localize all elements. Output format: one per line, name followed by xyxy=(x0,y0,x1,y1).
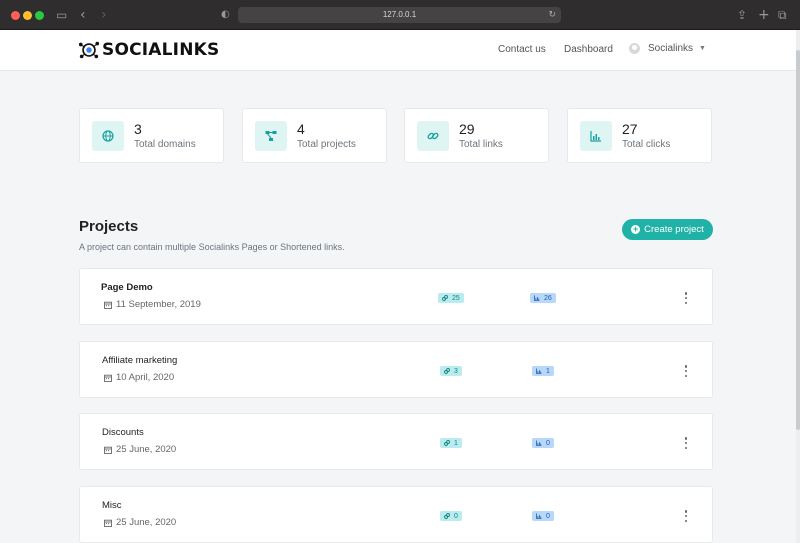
browser-toolbar: ▭ ‹ › ◐ 127.0.0.1 ↻ ⇪ + ⧉ xyxy=(0,0,800,30)
sidebar-toggle-icon[interactable]: ▭ xyxy=(56,0,67,30)
projects-title: Projects xyxy=(79,218,139,235)
links-count: 25 xyxy=(452,294,460,302)
scrollbar-thumb[interactable] xyxy=(796,50,800,430)
links-count: 0 xyxy=(454,512,458,520)
project-date: 10 April, 2020 xyxy=(104,372,174,383)
project-name[interactable]: Affiliate marketing xyxy=(102,355,177,366)
calendar-icon xyxy=(104,519,112,527)
links-count-badge: 3 xyxy=(440,366,462,376)
clicks-count: 26 xyxy=(544,294,552,302)
project-date-text: 25 June, 2020 xyxy=(116,517,177,528)
link-icon xyxy=(417,121,449,151)
project-diagram-icon xyxy=(255,121,287,151)
clicks-count: 1 xyxy=(546,367,550,375)
links-count-badge: 25 xyxy=(438,293,464,303)
links-count-badge: 0 xyxy=(440,511,462,521)
project-name[interactable]: Misc xyxy=(102,500,122,511)
project-row[interactable]: Affiliate marketing 10 April, 2020 3 1 xyxy=(79,341,713,398)
stat-label: Total domains xyxy=(134,139,196,150)
address-bar[interactable]: 127.0.0.1 ↻ xyxy=(238,7,561,23)
user-menu[interactable]: Socialinks ▼ xyxy=(629,43,706,54)
maximize-window-button[interactable] xyxy=(35,11,44,20)
links-count-badge: 1 xyxy=(440,438,462,448)
minimize-window-button[interactable] xyxy=(23,11,32,20)
chart-icon xyxy=(536,368,542,374)
stat-value: 27 xyxy=(622,121,638,137)
projects-description: A project can contain multiple Socialink… xyxy=(79,242,345,252)
project-name[interactable]: Discounts xyxy=(102,427,144,438)
close-window-button[interactable] xyxy=(11,11,20,20)
project-date-text: 11 September, 2019 xyxy=(116,299,201,310)
calendar-icon xyxy=(104,301,112,309)
project-date: 25 June, 2020 xyxy=(104,444,176,455)
stat-label: Total links xyxy=(459,139,503,150)
link-icon xyxy=(444,368,450,374)
project-name[interactable]: Page Demo xyxy=(101,282,153,293)
new-tab-icon[interactable]: + xyxy=(758,0,770,30)
links-count: 1 xyxy=(454,439,458,447)
create-project-label: Create project xyxy=(644,224,704,235)
back-icon[interactable]: ‹ xyxy=(80,0,86,30)
link-icon xyxy=(444,513,450,519)
links-count: 3 xyxy=(454,367,458,375)
top-navbar: SOCIALINKS Contact us Dashboard Socialin… xyxy=(0,30,796,71)
chart-icon xyxy=(534,295,540,301)
project-date-text: 25 June, 2020 xyxy=(116,444,177,455)
clicks-count-badge: 26 xyxy=(530,293,556,303)
url-text: 127.0.0.1 xyxy=(382,10,417,19)
chart-icon xyxy=(536,440,542,446)
clicks-count-badge: 0 xyxy=(532,438,554,448)
reload-icon[interactable]: ↻ xyxy=(548,7,556,23)
project-row[interactable]: Misc 25 June, 2020 0 0 xyxy=(79,486,713,543)
stat-card-clicks: 27 Total clicks xyxy=(567,108,712,163)
chart-icon xyxy=(580,121,612,151)
page-scrollbar[interactable] xyxy=(796,30,800,543)
stat-label: Total projects xyxy=(297,139,356,150)
clicks-count-badge: 1 xyxy=(532,366,554,376)
share-icon[interactable]: ⇪ xyxy=(737,0,747,30)
more-options-icon[interactable] xyxy=(683,365,689,377)
stat-value: 3 xyxy=(134,121,142,137)
stat-value: 4 xyxy=(297,121,305,137)
stat-card-domains: 3 Total domains xyxy=(79,108,224,163)
socialinks-logo-icon xyxy=(78,41,100,59)
link-icon xyxy=(444,440,450,446)
calendar-icon xyxy=(104,374,112,382)
more-options-icon[interactable] xyxy=(683,437,689,449)
nav-contact-us[interactable]: Contact us xyxy=(498,44,546,55)
nav-dashboard[interactable]: Dashboard xyxy=(564,44,613,55)
plus-circle-icon: + xyxy=(631,224,641,234)
clicks-count: 0 xyxy=(546,512,550,520)
more-options-icon[interactable] xyxy=(683,292,689,304)
clicks-count: 0 xyxy=(546,439,550,447)
stat-label: Total clicks xyxy=(622,139,671,150)
stat-value: 29 xyxy=(459,121,475,137)
chart-icon xyxy=(536,513,542,519)
project-date: 11 September, 2019 xyxy=(104,299,201,310)
calendar-icon xyxy=(104,446,112,454)
project-row[interactable]: Page Demo 11 September, 2019 25 26 xyxy=(79,268,713,325)
more-options-icon[interactable] xyxy=(683,510,689,522)
project-date: 25 June, 2020 xyxy=(104,517,176,528)
user-name: Socialinks xyxy=(648,43,694,54)
globe-icon xyxy=(92,121,124,151)
privacy-shield-icon[interactable]: ◐ xyxy=(221,0,230,30)
stat-card-links: 29 Total links xyxy=(404,108,549,163)
brand-logo[interactable]: SOCIALINKS xyxy=(78,38,219,62)
tabs-overview-icon[interactable]: ⧉ xyxy=(778,0,787,30)
create-project-button[interactable]: + Create project xyxy=(622,219,713,240)
clicks-count-badge: 0 xyxy=(532,511,554,521)
project-date-text: 10 April, 2020 xyxy=(116,372,175,383)
brand-name: SOCIALINKS xyxy=(102,40,220,60)
project-row[interactable]: Discounts 25 June, 2020 1 0 xyxy=(79,413,713,470)
stat-card-projects: 4 Total projects xyxy=(242,108,387,163)
link-icon xyxy=(442,295,448,301)
caret-down-icon: ▼ xyxy=(699,45,706,52)
avatar xyxy=(629,43,640,54)
forward-icon[interactable]: › xyxy=(101,0,107,30)
